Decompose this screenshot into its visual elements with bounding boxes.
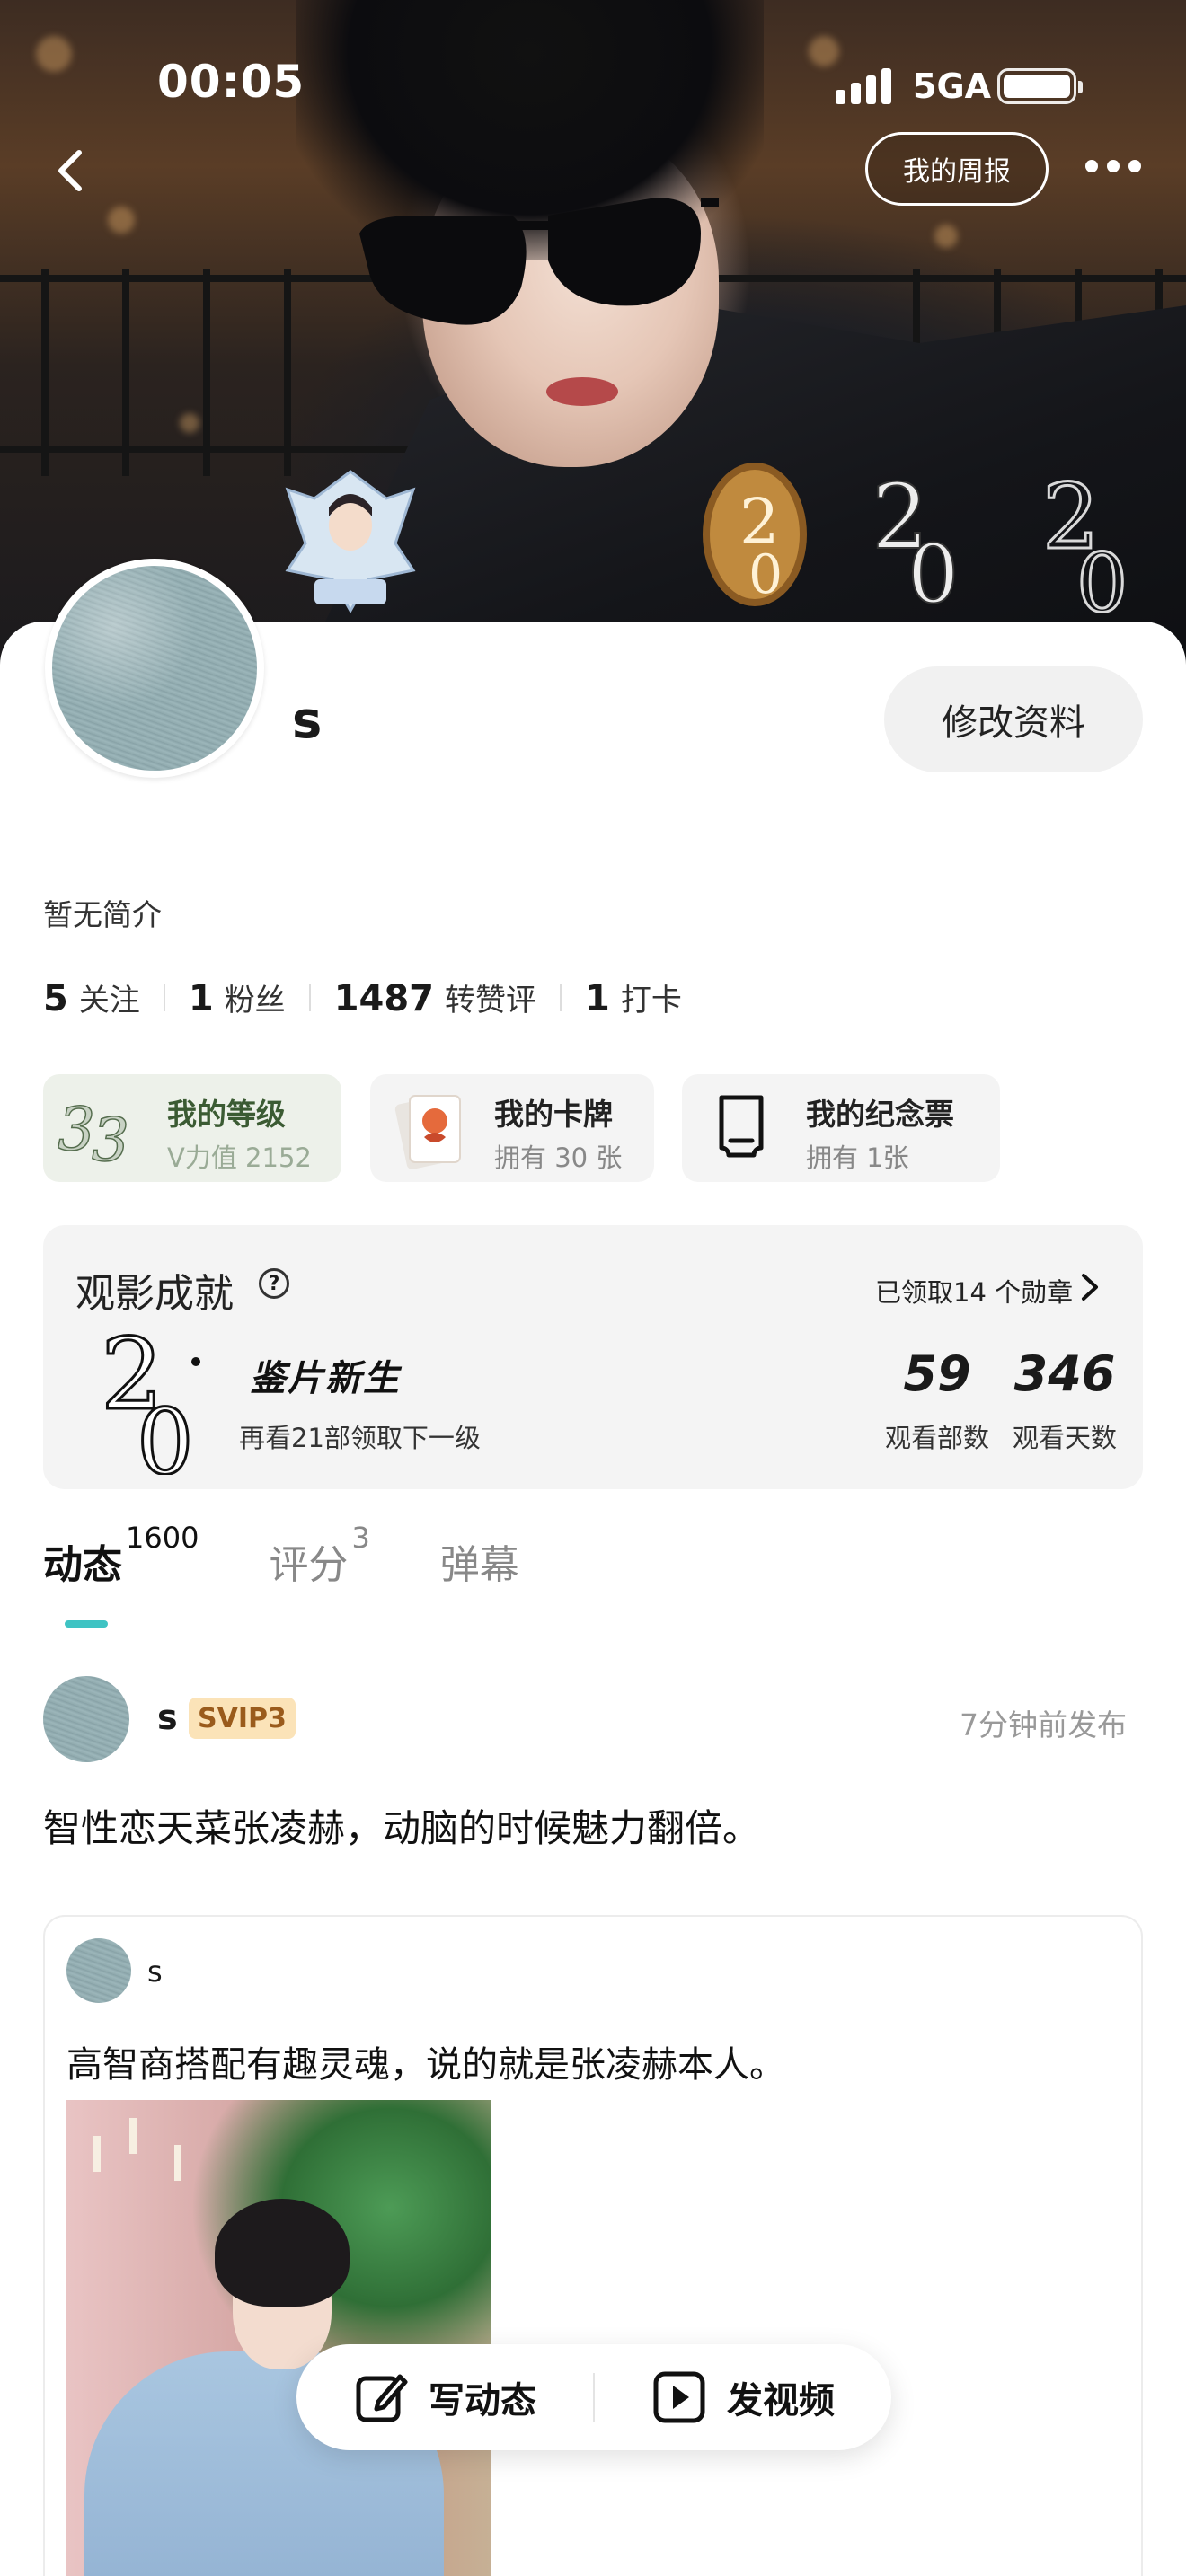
pill-subtitle: 拥有 1张 — [806, 1142, 909, 1173]
repost-avatar[interactable] — [66, 1938, 131, 2003]
status-bar: 00:05 5GA — [0, 0, 1186, 135]
achievement-level-name: 鉴片新生 — [250, 1358, 401, 1399]
svg-text:3: 3 — [92, 1106, 129, 1169]
username: s — [292, 692, 323, 750]
tab-label: 动态 — [43, 1542, 122, 1588]
svg-text:0: 0 — [907, 527, 959, 611]
post-text[interactable]: 智性恋天菜张凌赫，动脑的时候魅力翻倍。 — [43, 1798, 760, 1853]
gold-20-badge-icon[interactable]: 2 0 — [696, 458, 813, 611]
achievements-title: 观影成就 — [75, 1271, 234, 1317]
watched-days: 346 — [1013, 1345, 1116, 1402]
figure-badge-icon[interactable] — [279, 463, 422, 615]
divider — [308, 984, 311, 1011]
achievement-hint: 再看21部领取下一级 — [239, 1423, 481, 1453]
repost-photo[interactable] — [66, 2100, 491, 2576]
stat-followers[interactable]: 1 粉丝 — [189, 975, 286, 1019]
edit-icon — [356, 2374, 408, 2422]
tab-danmaku[interactable]: 弹幕 — [440, 1532, 519, 1590]
stat-checkins[interactable]: 1 打卡 — [585, 975, 682, 1019]
active-tab-indicator — [65, 1620, 108, 1628]
divider — [163, 984, 165, 1011]
sunglasses-graphic — [359, 198, 719, 325]
stat-label: 粉丝 — [224, 983, 286, 1019]
write-post-label: 写动态 — [429, 2380, 536, 2422]
pill-title: 我的等级 — [167, 1097, 286, 1132]
my-cards-card[interactable]: 我的卡牌 拥有 30 张 — [370, 1074, 654, 1182]
svg-text:0: 0 — [1076, 536, 1128, 620]
weekly-report-button[interactable]: 我的周报 — [865, 132, 1049, 206]
watched-count-label: 观看部数 — [884, 1423, 989, 1453]
tab-count: 3 — [351, 1521, 370, 1556]
stat-following[interactable]: 5 关注 — [43, 975, 140, 1019]
svg-text:3: 3 — [58, 1095, 95, 1164]
status-time: 00:05 — [157, 56, 305, 108]
cellular-signal-icon — [836, 66, 891, 104]
divider — [560, 984, 562, 1011]
bio-text: 暂无简介 — [43, 897, 162, 932]
avatar[interactable] — [45, 559, 264, 778]
back-icon[interactable] — [45, 144, 99, 198]
stat-value: 5 — [43, 978, 68, 1019]
chevron-right-icon[interactable] — [1076, 1272, 1103, 1302]
post-avatar[interactable] — [43, 1676, 129, 1762]
svip-badge: SVIP3 — [189, 1698, 296, 1739]
achievements-card[interactable]: 观影成就 ? 已领取14 个勋章 2 0 鉴片新生 再看21部领取下一级 59 … — [43, 1225, 1143, 1489]
silver-20-badge-icon[interactable]: 2 0 — [863, 458, 979, 611]
write-post-button[interactable]: 写动态 — [296, 2369, 593, 2425]
stat-label: 关注 — [78, 983, 140, 1019]
post-time: 7分钟前发布 — [960, 1707, 1127, 1742]
stats-row: 5 关注 1 粉丝 1487 转赞评 1 打卡 — [43, 975, 682, 1019]
content-tabs: 动态1600 评分3 弹幕 — [43, 1521, 519, 1590]
tab-label: 评分 — [269, 1542, 349, 1588]
stat-value: 1487 — [333, 978, 435, 1019]
card-deck-icon — [394, 1095, 461, 1169]
network-type: 5GA — [913, 66, 992, 106]
outline-20-badge-icon[interactable]: 2 0 — [1033, 458, 1150, 621]
repost-text: 高智商搭配有趣灵魂，说的就是张凌赫本人。 — [66, 2044, 785, 2086]
tab-posts[interactable]: 动态1600 — [43, 1521, 199, 1590]
stat-value: 1 — [188, 978, 214, 1019]
stat-label: 打卡 — [620, 983, 682, 1019]
tab-ratings[interactable]: 评分3 — [269, 1521, 369, 1590]
svg-text:0: 0 — [748, 543, 783, 606]
svg-text:0: 0 — [137, 1389, 194, 1475]
pill-subtitle: 拥有 30 张 — [494, 1142, 623, 1173]
watched-days-label: 观看天数 — [1012, 1423, 1117, 1453]
claimed-badges-link[interactable]: 已领取14 个勋章 — [875, 1272, 1073, 1310]
battery-icon — [997, 68, 1083, 104]
post-video-button[interactable]: 发视频 — [595, 2369, 891, 2425]
my-level-card[interactable]: 3 3 我的等级 V力值 2152 — [43, 1074, 341, 1182]
edit-profile-button[interactable]: 修改资料 — [884, 666, 1143, 772]
level-badge-icon: 3 3 — [57, 1094, 130, 1169]
stat-label: 转赞评 — [445, 983, 537, 1019]
my-tickets-card[interactable]: 我的纪念票 拥有 1张 — [682, 1074, 1000, 1182]
more-icon[interactable] — [1085, 153, 1157, 180]
stat-value: 1 — [585, 978, 610, 1019]
pill-title: 我的纪念票 — [806, 1097, 954, 1132]
pill-title: 我的卡牌 — [494, 1097, 613, 1132]
ticket-icon — [719, 1095, 764, 1158]
stat-interactions[interactable]: 1487 转赞评 — [334, 975, 536, 1019]
tab-count: 1600 — [126, 1521, 199, 1556]
watched-count: 59 — [903, 1345, 971, 1402]
post-video-label: 发视频 — [727, 2380, 835, 2422]
help-icon[interactable]: ? — [259, 1268, 289, 1299]
pill-subtitle: V力值 2152 — [167, 1142, 312, 1173]
repost-username[interactable]: s — [147, 1954, 163, 1989]
post-username[interactable]: s — [157, 1698, 178, 1737]
video-icon — [653, 2371, 705, 2423]
reposted-content[interactable]: s 高智商搭配有趣灵魂，说的就是张凌赫本人。 — [43, 1915, 1143, 2576]
tab-label: 弹幕 — [439, 1542, 519, 1588]
achievement-level-icon: 2 0 — [100, 1322, 200, 1475]
floating-action-bar: 写动态 发视频 — [296, 2344, 891, 2450]
